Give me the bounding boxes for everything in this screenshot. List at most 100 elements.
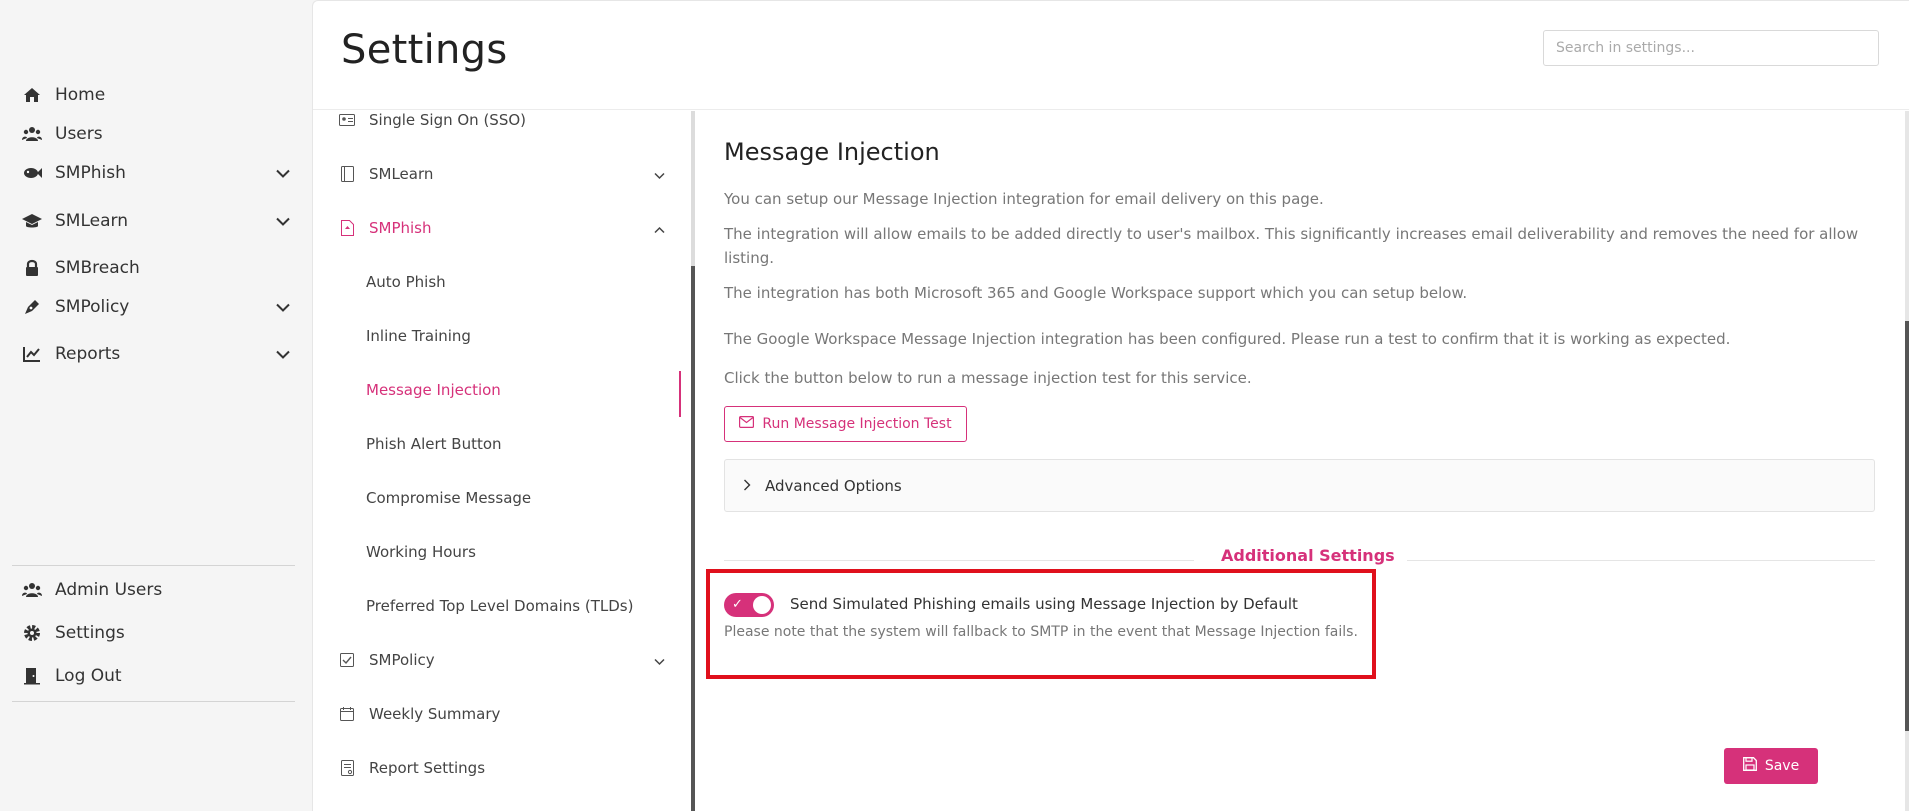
content-scrollbar-thumb[interactable] xyxy=(1905,321,1909,731)
document-fish-icon xyxy=(339,220,355,236)
subnav-label: Compromise Message xyxy=(366,489,532,507)
settings-card: Settings Single Sign On (SSO) SMLearn SM… xyxy=(312,0,1909,811)
nav-item-label: Settings xyxy=(55,623,125,643)
calendar-icon xyxy=(339,706,355,722)
additional-settings-title: Additional Settings xyxy=(1221,546,1395,565)
search-input[interactable] xyxy=(1543,30,1879,66)
subnav-label: Auto Phish xyxy=(366,273,446,291)
users-icon xyxy=(22,580,42,600)
chevron-right-icon xyxy=(743,476,751,495)
left-navigation: Home Users SMPhish SMLearn SMBreach SMPo… xyxy=(0,0,312,810)
lock-icon xyxy=(22,258,42,278)
settings-subnav: Single Sign On (SSO) SMLearn SMPhish Aut… xyxy=(313,110,687,811)
nav-item-label: SMPhish xyxy=(55,163,126,183)
floppy-disk-icon xyxy=(1742,757,1757,775)
id-card-icon xyxy=(339,112,355,128)
nav-item-label: Users xyxy=(55,124,103,144)
description-1: You can setup our Message Injection inte… xyxy=(724,190,1324,208)
nav-item-home[interactable]: Home xyxy=(22,78,290,112)
toggle-note: Please note that the system will fallbac… xyxy=(724,624,1358,640)
book-icon xyxy=(339,166,355,182)
toggle-label: Send Simulated Phishing emails using Mes… xyxy=(790,595,1298,613)
nav-item-users[interactable]: Users xyxy=(22,117,290,151)
subnav-scrollbar-thumb[interactable] xyxy=(691,266,695,811)
chevron-down-icon[interactable] xyxy=(276,298,290,317)
subnav-item-inline-training[interactable]: Inline Training xyxy=(366,321,687,351)
divider-right xyxy=(1407,560,1875,561)
chevron-down-icon[interactable] xyxy=(276,345,290,364)
chevron-down-icon[interactable] xyxy=(276,212,290,231)
subnav-item-smphish[interactable]: SMPhish xyxy=(339,213,687,243)
subnav-label: Phish Alert Button xyxy=(366,435,502,453)
report-icon xyxy=(339,760,355,776)
subnav-item-compromise-message[interactable]: Compromise Message xyxy=(366,483,687,513)
nav-item-label: Admin Users xyxy=(55,580,163,600)
nav-item-label: SMLearn xyxy=(55,211,128,231)
accordion-label: Advanced Options xyxy=(765,476,902,495)
subnav-item-auto-phish[interactable]: Auto Phish xyxy=(366,267,687,297)
subnav-label: SMPhish xyxy=(369,219,432,237)
configured-status: The Google Workspace Message Injection i… xyxy=(724,330,1731,348)
subnav-item-report-settings[interactable]: Report Settings xyxy=(339,753,687,783)
subnav-item-sso[interactable]: Single Sign On (SSO) xyxy=(339,110,687,135)
subnav-label: Report Settings xyxy=(369,759,486,777)
advanced-options-accordion[interactable]: Advanced Options xyxy=(724,459,1875,512)
subnav-item-message-injection[interactable]: Message Injection xyxy=(366,375,687,405)
nav-item-label: SMPolicy xyxy=(55,297,130,317)
subnav-item-weekly-summary[interactable]: Weekly Summary xyxy=(339,699,687,729)
chevron-down-icon[interactable] xyxy=(276,164,290,183)
message-injection-default-toggle[interactable]: ✓ xyxy=(724,593,774,617)
chevron-down-icon[interactable] xyxy=(654,165,665,184)
description-2: The integration will allow emails to be … xyxy=(724,225,1859,267)
nav-item-smlearn[interactable]: SMLearn xyxy=(22,204,290,238)
subnav-item-smlearn[interactable]: SMLearn xyxy=(339,159,687,189)
checkbox-icon xyxy=(339,652,355,668)
button-label: Run Message Injection Test xyxy=(762,416,952,432)
subnav-label: SMLearn xyxy=(369,165,434,183)
nav-item-admin-users[interactable]: Admin Users xyxy=(22,573,290,607)
section-title: Message Injection xyxy=(724,138,940,166)
chevron-up-icon[interactable] xyxy=(654,219,665,238)
nav-item-label: SMBreach xyxy=(55,258,140,278)
run-message-injection-test-button[interactable]: Run Message Injection Test xyxy=(724,406,967,442)
home-icon xyxy=(22,85,42,105)
button-label: Save xyxy=(1764,758,1800,774)
envelope-icon xyxy=(739,416,755,432)
chevron-down-icon[interactable] xyxy=(654,651,665,670)
subnav-label: Weekly Summary xyxy=(369,705,501,723)
nav-divider xyxy=(12,565,295,566)
subnav-item-working-hours[interactable]: Working Hours xyxy=(366,537,687,567)
fish-icon xyxy=(22,163,42,183)
pen-icon xyxy=(22,297,42,317)
nav-item-label: Home xyxy=(55,85,106,105)
nav-item-smphish[interactable]: SMPhish xyxy=(22,156,290,190)
subnav-label: Message Injection xyxy=(366,381,501,399)
subnav-label: Preferred Top Level Domains (TLDs) xyxy=(366,597,634,615)
subnav-label: Single Sign On (SSO) xyxy=(369,111,527,129)
description-3: The integration has both Microsoft 365 a… xyxy=(724,284,1468,302)
nav-item-settings[interactable]: Settings xyxy=(22,616,290,650)
subnav-label: Working Hours xyxy=(366,543,476,561)
message-injection-content: Message Injection You can setup our Mess… xyxy=(706,110,1884,811)
nav-divider xyxy=(12,701,295,702)
divider-left xyxy=(724,560,1194,561)
nav-item-smpolicy[interactable]: SMPolicy xyxy=(22,290,290,324)
users-icon xyxy=(22,124,42,144)
nav-item-label: Reports xyxy=(55,344,121,364)
nav-item-smbreach[interactable]: SMBreach xyxy=(22,251,290,285)
subnav-item-phish-alert-button[interactable]: Phish Alert Button xyxy=(366,429,687,459)
subnav-item-preferred-tlds[interactable]: Preferred Top Level Domains (TLDs) xyxy=(366,591,687,621)
page-title: Settings xyxy=(341,27,508,73)
test-instruction: Click the button below to run a message … xyxy=(724,369,1252,387)
active-indicator xyxy=(679,371,681,417)
chart-icon xyxy=(22,344,42,364)
gear-icon xyxy=(22,623,42,643)
subnav-item-smpolicy[interactable]: SMPolicy xyxy=(339,645,687,675)
graduation-cap-icon xyxy=(22,211,42,231)
nav-item-reports[interactable]: Reports xyxy=(22,337,290,371)
nav-item-log-out[interactable]: Log Out xyxy=(22,659,290,693)
save-button[interactable]: Save xyxy=(1724,748,1818,784)
check-icon: ✓ xyxy=(732,597,743,612)
subnav-label: Inline Training xyxy=(366,327,471,345)
nav-item-label: Log Out xyxy=(55,666,122,686)
